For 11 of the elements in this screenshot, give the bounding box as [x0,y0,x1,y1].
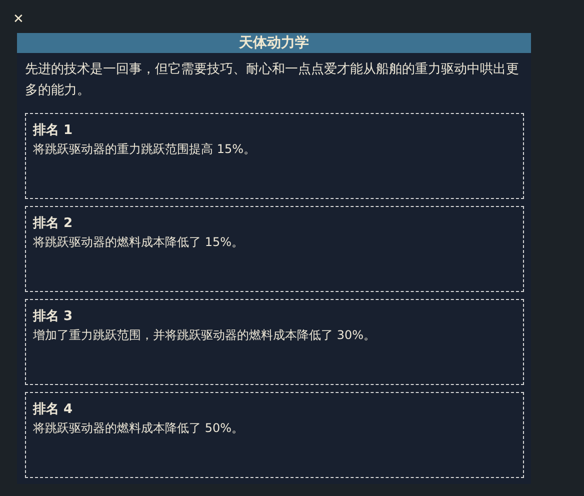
rank-title: 排名 4 [33,401,74,419]
rank-title: 排名 2 [33,215,74,233]
rank-effect: 将跳跃驱动器的重力跳跃范围提高 15%。 [33,141,256,158]
rank-title: 排名 3 [33,308,74,326]
rank-effect: 将跳跃驱动器的燃料成本降低了 15%。 [33,234,244,251]
panel-title: 天体动力学 [17,33,531,53]
close-button[interactable]: ✕ [13,12,24,28]
rank-title: 排名 1 [33,122,74,140]
skill-description: 先进的技术是一回事，但它需要技巧、耐心和一点点爱才能从船舶的重力驱动中哄出更多的能力。 [24,61,520,100]
rank-effect: 将跳跃驱动器的燃料成本降低了 50%。 [33,420,244,437]
rank-effect: 增加了重力跳跃范围，并将跳跃驱动器的燃料成本降低了 30%。 [33,327,376,344]
